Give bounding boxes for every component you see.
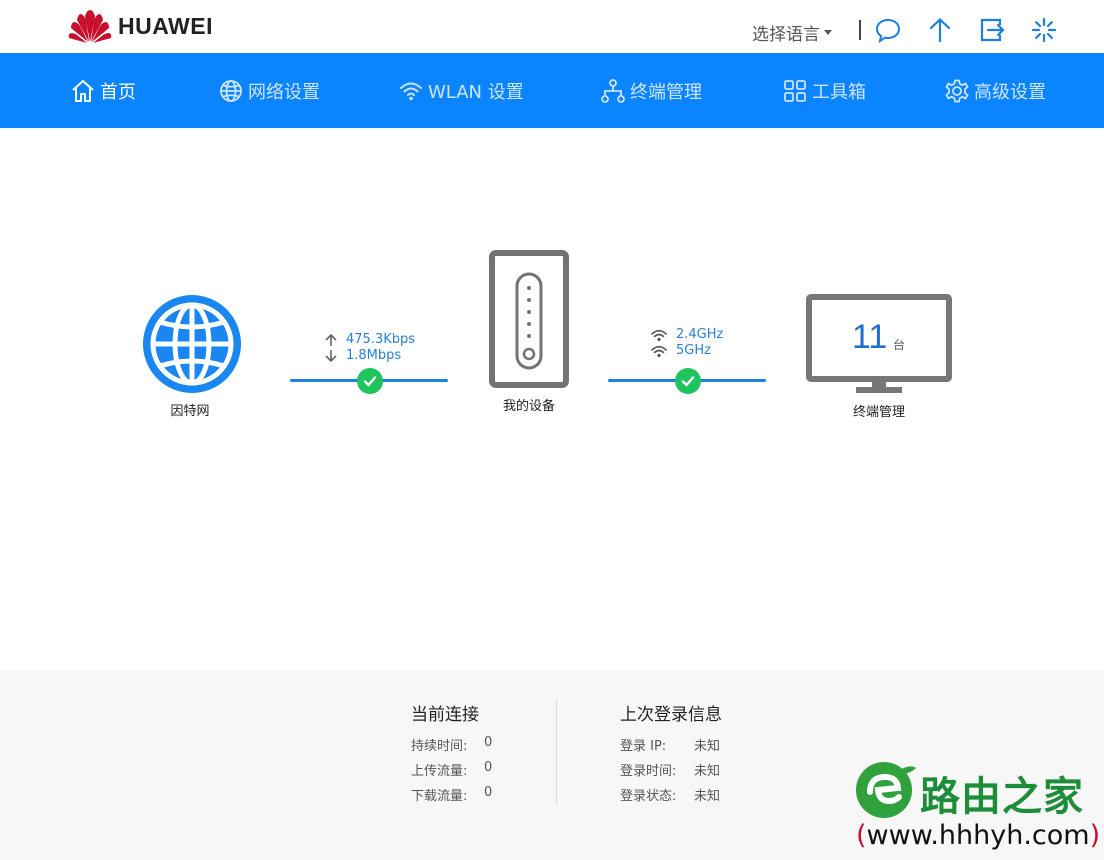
nav-toolbox[interactable]: 工具箱 (782, 53, 866, 128)
info-key: 登录时间: (620, 764, 677, 779)
info-value: 未知 (694, 789, 721, 804)
watermark-url-text: www.hhhyh.com (866, 820, 1090, 851)
info-row: 上传流量: 0 (411, 760, 492, 785)
huawei-flower-icon (68, 10, 112, 43)
info-key: 登录状态: (620, 789, 677, 804)
device-label: 我的设备 (502, 399, 555, 414)
info-row: 持续时间: 0 (411, 735, 492, 760)
internet-label: 因特网 (170, 404, 210, 419)
nav-advanced-settings[interactable]: 高级设置 (944, 53, 1046, 128)
site-watermark: 路由之家 (www.hhhyh.com) (852, 758, 1104, 860)
chat-icon[interactable] (874, 16, 902, 44)
upload-icon[interactable] (926, 16, 954, 44)
last-login-title: 上次登录信息 (620, 705, 722, 725)
wan-ok-badge (357, 368, 383, 394)
nav-label: WLAN 设置 (428, 81, 524, 103)
logout-icon[interactable] (978, 16, 1006, 44)
info-row: 下载流量: 0 (411, 785, 492, 810)
nav-network-settings[interactable]: 网络设置 (218, 53, 320, 128)
internet-globe-icon[interactable] (142, 294, 242, 394)
arrow-down-icon (325, 350, 337, 363)
caret-down-icon (824, 30, 832, 35)
terminal-count[interactable]: 11 (852, 318, 887, 357)
watermark-url: (www.hhhyh.com) (856, 820, 1100, 851)
nav-label: 网络设置 (248, 81, 320, 103)
info-value: 0 (484, 735, 493, 750)
nav-label: 首页 (100, 81, 136, 103)
globe-icon (220, 79, 242, 102)
nav-label: 终端管理 (630, 81, 702, 103)
brand-name: HUAWEI (118, 12, 213, 39)
language-label: 选择语言 (752, 25, 820, 45)
info-value: 0 (484, 785, 493, 800)
language-select[interactable]: 选择语言 (752, 20, 832, 45)
check-icon (681, 376, 695, 387)
footer-divider (556, 700, 557, 804)
gear-icon (945, 79, 969, 102)
arrow-up-icon (325, 333, 337, 346)
huawei-logo[interactable]: HUAWEI (68, 8, 213, 44)
nav-wlan-settings[interactable]: WLAN 设置 (398, 53, 524, 128)
info-key: 持续时间: (411, 739, 468, 754)
wlan-ok-badge (675, 368, 701, 394)
info-key: 上传流量: (411, 764, 468, 779)
nav-label: 工具箱 (812, 81, 866, 103)
wifi-icon (651, 329, 667, 342)
info-row: 登录时间: 未知 (620, 760, 722, 785)
terminal-label: 终端管理 (852, 405, 905, 420)
watermark-logo-icon (856, 762, 916, 818)
upload-rate: 475.3Kbps (346, 332, 416, 347)
last-login-panel: 上次登录信息 登录 IP: 未知 登录时间: 未知 登录状态: 未知 (620, 700, 722, 810)
network-tree-icon (601, 78, 625, 103)
router-device-icon[interactable] (489, 250, 569, 388)
current-connection-panel: 当前连接 持续时间: 0 上传流量: 0 下载流量: 0 (411, 700, 492, 810)
current-connection-title: 当前连接 (411, 705, 479, 725)
paren-close: ) (1089, 820, 1101, 851)
home-icon (72, 79, 94, 102)
info-value: 未知 (694, 764, 721, 779)
wlan-bands: 2.4GHz 5GHz (650, 327, 723, 359)
nav-label: 高级设置 (974, 81, 1046, 103)
info-value: 0 (484, 760, 493, 775)
info-row: 登录 IP: 未知 (620, 735, 722, 760)
info-key: 下载流量: (411, 789, 468, 804)
info-value: 未知 (694, 739, 721, 754)
check-icon (363, 376, 377, 387)
wan-rates: 475.3Kbps 1.8Mbps (324, 332, 415, 364)
terminal-unit: 台 (893, 338, 906, 352)
loading-icon[interactable] (1030, 16, 1058, 44)
header-divider (859, 20, 861, 40)
router-home-page: HUAWEI 选择语言 首页 网络设置 WLAN 设置 终端管理 工具箱 高级设… (0, 0, 1104, 860)
info-key: 登录 IP: (620, 739, 667, 754)
info-row: 登录状态: 未知 (620, 785, 722, 810)
watermark-brand: 路由之家 (920, 774, 1084, 820)
band-24ghz: 2.4GHz (676, 327, 724, 342)
main-nav: 首页 网络设置 WLAN 设置 终端管理 工具箱 高级设置 (0, 53, 1104, 128)
wifi-icon (651, 345, 667, 358)
band-5ghz: 5GHz (676, 343, 711, 358)
grid-icon (784, 79, 806, 102)
top-header: HUAWEI 选择语言 (0, 0, 1104, 53)
paren-open: ( (856, 820, 867, 851)
download-rate: 1.8Mbps (346, 348, 402, 363)
wifi-icon (400, 82, 422, 100)
nav-terminal-management[interactable]: 终端管理 (600, 53, 702, 128)
nav-home[interactable]: 首页 (70, 53, 136, 128)
